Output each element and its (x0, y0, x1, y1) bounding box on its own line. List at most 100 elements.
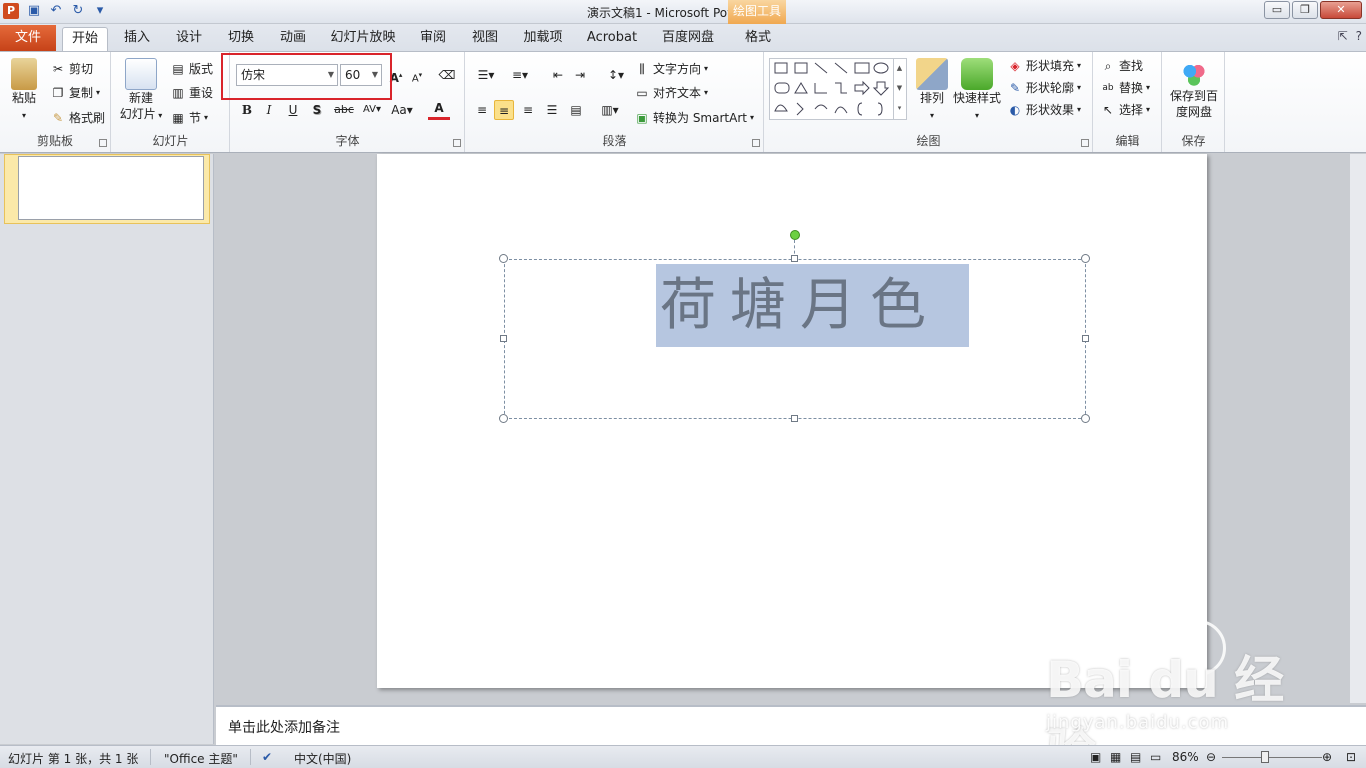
align-right-icon[interactable]: ≡ (518, 100, 538, 120)
select-button[interactable]: ↖ 选择 ▾ (1100, 101, 1150, 118)
spell-check-icon[interactable]: ✔ (262, 750, 272, 764)
align-text-button[interactable]: ▭ 对齐文本 ▾ (634, 84, 708, 101)
resize-handle-top-left[interactable] (499, 254, 508, 263)
italic-button[interactable]: I (259, 100, 279, 120)
normal-view-icon[interactable]: ▣ (1090, 750, 1101, 764)
distributed-icon[interactable]: ▤ (566, 100, 586, 120)
zoom-in-icon[interactable]: ⊕ (1322, 750, 1332, 764)
justify-icon[interactable]: ☰ (542, 100, 562, 120)
resize-handle-bottom[interactable] (791, 415, 798, 422)
increase-indent-icon[interactable]: ⇥ (570, 65, 590, 85)
find-button[interactable]: ⌕ 查找 (1100, 57, 1143, 74)
tab-transitions[interactable]: 切换 (220, 27, 262, 51)
vertical-text-box-shape-icon (794, 62, 808, 74)
tab-file[interactable]: 文件 (0, 25, 56, 51)
align-left-icon[interactable]: ≡ (472, 100, 492, 120)
clear-formatting-icon[interactable]: ⌫ (437, 65, 457, 85)
numbering-button[interactable]: ≡▾ (506, 65, 534, 85)
shape-effects-button[interactable]: ◐ 形状效果 ▾ (1007, 101, 1081, 118)
align-center-icon[interactable]: ≡ (494, 100, 514, 120)
shrink-font-button[interactable]: A▾ (407, 65, 427, 85)
replace-button[interactable]: ab 替换 ▾ (1100, 79, 1150, 96)
slide-title-text[interactable]: 荷塘月色 (656, 264, 969, 347)
reset-button[interactable]: ▥ 重设 (170, 84, 213, 101)
line-spacing-button[interactable]: ↕▾ (602, 65, 630, 85)
paragraph-dialog-launcher[interactable] (752, 139, 760, 147)
zoom-slider-thumb[interactable] (1261, 751, 1269, 763)
slide-thumbnail[interactable] (18, 156, 204, 220)
tab-animations[interactable]: 动画 (272, 27, 314, 51)
zoom-out-icon[interactable]: ⊖ (1206, 750, 1216, 764)
tab-slideshow[interactable]: 幻灯片放映 (326, 27, 400, 51)
quick-styles-button[interactable]: 快速样式 ▾ (951, 58, 1003, 124)
tab-insert[interactable]: 插入 (116, 27, 158, 51)
layout-button[interactable]: ▤ 版式 (170, 60, 213, 77)
decrease-indent-icon[interactable]: ⇤ (548, 65, 568, 85)
vertical-scrollbar[interactable] (1350, 154, 1366, 703)
save-to-baidu-button[interactable]: 保存到百 度网盘 (1165, 60, 1223, 120)
underline-button[interactable]: U (283, 100, 303, 120)
copy-button[interactable]: ❐ 复制 ▾ (50, 84, 100, 101)
tab-baidu-netdisk[interactable]: 百度网盘 (656, 27, 720, 51)
strikethrough-button[interactable]: abc (331, 100, 357, 120)
new-slide-button[interactable]: 新建 幻灯片 ▾ (118, 58, 164, 124)
close-button[interactable]: ✕ (1320, 1, 1362, 19)
tab-home[interactable]: 开始 (62, 27, 108, 51)
fit-to-window-icon[interactable]: ⊡ (1346, 750, 1356, 764)
zoom-slider-track[interactable] (1222, 757, 1322, 758)
tab-acrobat[interactable]: Acrobat (582, 27, 642, 51)
minimize-button[interactable]: ▭ (1264, 1, 1290, 19)
paste-label: 粘贴 (11, 91, 36, 105)
font-name-combo[interactable]: 仿宋 ▼ (236, 64, 338, 86)
restore-button[interactable]: ❐ (1292, 1, 1318, 19)
zoom-level[interactable]: 86% (1172, 750, 1199, 764)
resize-handle-bottom-left[interactable] (499, 414, 508, 423)
shapes-gallery[interactable] (769, 58, 907, 120)
cut-button[interactable]: ✂ 剪切 (50, 60, 93, 77)
change-case-button[interactable]: Aa▾ (389, 100, 415, 120)
shape-fill-button[interactable]: ◈ 形状填充 ▾ (1007, 57, 1081, 74)
section-button[interactable]: ▦ 节 ▾ (170, 109, 208, 126)
tab-addins[interactable]: 加载项 (518, 27, 568, 51)
reading-view-icon[interactable]: ▤ (1130, 750, 1141, 764)
convert-smartart-button[interactable]: ▣ 转换为 SmartArt ▾ (634, 109, 754, 126)
shapes-gallery-scroll[interactable]: ▲ ▼ ▾ (893, 58, 905, 120)
resize-handle-top[interactable] (791, 255, 798, 262)
redo-icon[interactable]: ↻ (70, 3, 86, 19)
text-direction-button[interactable]: ⫼ 文字方向 ▾ (634, 60, 708, 77)
slideshow-view-icon[interactable]: ▭ (1150, 750, 1161, 764)
help-icon[interactable]: ? (1356, 29, 1362, 43)
text-shadow-button[interactable]: S (307, 100, 327, 120)
paste-button[interactable]: 粘贴 ▾ (6, 58, 42, 124)
slide-sorter-view-icon[interactable]: ▦ (1110, 750, 1121, 764)
format-painter-button[interactable]: ✎ 格式刷 (50, 109, 105, 126)
resize-handle-bottom-right[interactable] (1081, 414, 1090, 423)
undo-icon[interactable]: ↶ (48, 3, 64, 19)
bullets-button[interactable]: ☰▾ (472, 65, 500, 85)
tab-format[interactable]: 格式 (736, 27, 780, 51)
drawing-dialog-launcher[interactable] (1081, 139, 1089, 147)
rotate-handle[interactable] (790, 230, 800, 240)
pin-ribbon-icon[interactable]: ⇱ (1338, 29, 1348, 43)
font-color-button[interactable]: A (428, 98, 450, 120)
tab-view[interactable]: 视图 (464, 27, 506, 51)
clipboard-dialog-launcher[interactable] (99, 139, 107, 147)
bold-button[interactable]: B (237, 100, 257, 120)
resize-handle-top-right[interactable] (1081, 254, 1090, 263)
powerpoint-app-icon[interactable]: P (3, 3, 19, 19)
tab-review[interactable]: 审阅 (412, 27, 454, 51)
font-size-combo[interactable]: 60 ▼ (340, 64, 382, 86)
font-dialog-launcher[interactable] (453, 139, 461, 147)
resize-handle-left[interactable] (500, 335, 507, 342)
customize-qat-icon[interactable]: ▾ (92, 3, 108, 19)
shape-outline-button[interactable]: ✎ 形状轮廓 ▾ (1007, 79, 1081, 96)
arrange-button[interactable]: 排列 ▾ (913, 58, 951, 124)
save-icon[interactable]: ▣ (26, 3, 42, 19)
tab-design[interactable]: 设计 (168, 27, 210, 51)
language-indicator[interactable]: 中文(中国) (294, 750, 351, 767)
columns-button[interactable]: ▥▾ (596, 100, 624, 120)
character-spacing-button[interactable]: AV▾ (359, 100, 385, 120)
grow-font-button[interactable]: A▴ (386, 65, 406, 85)
resize-handle-right[interactable] (1082, 335, 1089, 342)
replace-label: 替换 (1119, 81, 1144, 95)
